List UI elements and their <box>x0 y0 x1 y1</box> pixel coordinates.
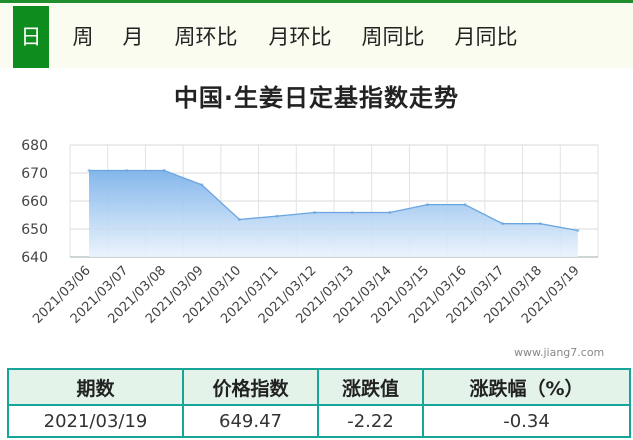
y-tick-label: 680 <box>21 138 48 154</box>
y-tick-label: 640 <box>21 250 48 266</box>
header-price-index: 价格指数 <box>182 368 319 406</box>
data-point <box>501 222 505 226</box>
watermark: www.jiang7.com <box>514 346 605 359</box>
tab-week[interactable]: 周 <box>64 6 102 68</box>
data-point <box>576 228 580 232</box>
summary-table: 期数 价格指数 涨跌值 涨跌幅（%） 2021/03/19 649.47 -2.… <box>7 368 631 438</box>
tab-day[interactable]: 日 <box>13 6 49 68</box>
cell-period: 2021/03/19 <box>7 404 184 438</box>
header-change-value: 涨跌值 <box>317 368 424 406</box>
header-change-percent: 涨跌幅（%） <box>422 368 631 406</box>
data-point <box>350 210 354 214</box>
data-point <box>125 168 129 172</box>
data-point <box>237 217 241 221</box>
tab-week-year-over-year[interactable]: 周同比 <box>355 6 431 68</box>
tab-month[interactable]: 月 <box>114 6 152 68</box>
series-area <box>89 170 578 257</box>
data-point <box>425 203 429 207</box>
summary-header-row: 期数 价格指数 涨跌值 涨跌幅（%） <box>7 368 631 406</box>
price-index-chart: 6406506606706802021/03/062021/03/072021/… <box>21 138 599 327</box>
cell-change-percent: -0.34 <box>422 404 631 438</box>
header-period: 期数 <box>7 368 184 406</box>
tab-week-over-week[interactable]: 周环比 <box>168 6 244 68</box>
cell-price-index: 649.47 <box>182 404 319 438</box>
area-layer <box>87 168 580 257</box>
data-point <box>87 168 91 172</box>
tab-month-year-over-year[interactable]: 月同比 <box>448 6 524 68</box>
cell-change-value: -2.22 <box>317 404 424 438</box>
data-point <box>200 183 204 187</box>
y-tick-label: 670 <box>21 166 48 182</box>
y-tick-label: 650 <box>21 222 48 238</box>
data-point <box>538 222 542 226</box>
chart-title: 中国·生姜日定基指数走势 <box>173 84 460 112</box>
summary-data-row: 2021/03/19 649.47 -2.22 -0.34 <box>7 404 631 438</box>
data-point <box>162 168 166 172</box>
tab-month-over-month[interactable]: 月环比 <box>262 6 338 68</box>
data-point <box>275 214 279 218</box>
data-point <box>313 210 317 214</box>
data-point <box>388 210 392 214</box>
y-tick-label: 660 <box>21 194 48 210</box>
period-tab-bar: 日 周 月 周环比 月环比 周同比 月同比 <box>0 0 633 68</box>
data-point <box>463 203 467 207</box>
